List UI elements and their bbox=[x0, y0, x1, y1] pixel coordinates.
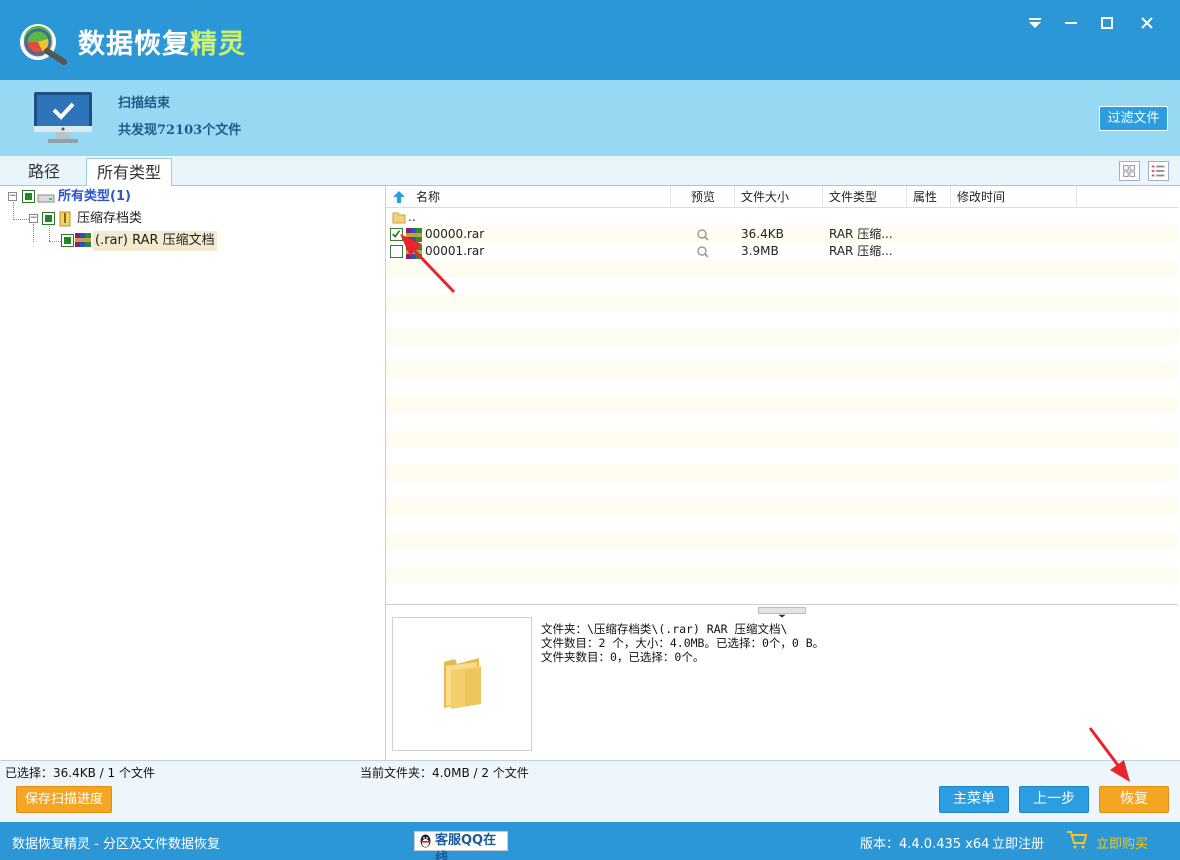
rar-file-icon bbox=[75, 233, 91, 247]
cart-icon[interactable] bbox=[1066, 830, 1088, 850]
column-header-size[interactable]: 文件大小 bbox=[735, 186, 823, 208]
register-link[interactable]: 立即注册 bbox=[992, 833, 1044, 852]
tab-all-types[interactable]: 所有类型 bbox=[86, 158, 172, 186]
magnifier-icon[interactable] bbox=[697, 229, 709, 241]
tree-collapse-toggle[interactable]: − bbox=[29, 214, 38, 223]
column-header-attributes[interactable]: 属性 bbox=[907, 186, 951, 208]
preview-folder-count: 文件夹数目：0，已选择：0个。 bbox=[541, 650, 705, 664]
qq-support-button[interactable]: 客服QQ在线 bbox=[414, 831, 508, 860]
preview-folder-path: 文件夹：\压缩存档类\(.rar) RAR 压缩文档\ bbox=[541, 622, 788, 636]
tree-connector bbox=[33, 224, 34, 242]
list-row-stripe bbox=[386, 532, 1178, 549]
tree-category-label[interactable]: 压缩存档类 bbox=[77, 209, 142, 229]
rar-file-icon bbox=[406, 228, 422, 242]
up-arrow-icon[interactable] bbox=[392, 190, 406, 204]
status-banner bbox=[0, 80, 1180, 156]
selected-status: 已选择：36.4KB / 1 个文件 bbox=[5, 766, 155, 780]
column-header-preview[interactable]: 预览 bbox=[685, 186, 735, 208]
tree-collapse-toggle[interactable]: − bbox=[8, 192, 17, 201]
monitor-check-icon bbox=[34, 92, 92, 143]
parent-dir-label: .. bbox=[408, 210, 416, 224]
folder-icon bbox=[444, 658, 481, 709]
column-header-modified[interactable]: 修改时间 bbox=[951, 186, 1077, 208]
recover-button[interactable]: 恢复 bbox=[1099, 786, 1169, 813]
rar-file-icon bbox=[406, 245, 422, 259]
file-name: 00000.rar bbox=[425, 227, 485, 241]
tree-leaf-label[interactable]: (.rar) RAR 压缩文档 bbox=[93, 231, 217, 251]
save-scan-progress-button[interactable]: 保存扫描进度 bbox=[16, 786, 112, 813]
file-checkbox[interactable] bbox=[390, 245, 403, 258]
list-row-stripe bbox=[386, 328, 1178, 345]
list-row-stripe bbox=[386, 396, 1178, 413]
tree-category-checkbox[interactable] bbox=[42, 212, 55, 225]
file-name: 00001.rar bbox=[425, 244, 485, 258]
column-header-name[interactable]: 名称 bbox=[410, 186, 671, 208]
app-logo-icon bbox=[20, 24, 67, 65]
menu-dropdown-icon[interactable] bbox=[1024, 12, 1046, 34]
list-row-stripe bbox=[386, 464, 1178, 481]
buy-now-link[interactable]: 立即购买 bbox=[1096, 833, 1148, 852]
magnifier-icon[interactable] bbox=[697, 246, 709, 258]
drive-icon bbox=[37, 194, 55, 203]
tab-path[interactable]: 路径 bbox=[4, 158, 84, 186]
list-row-stripe bbox=[386, 566, 1178, 583]
list-row-stripe bbox=[386, 294, 1178, 311]
file-size: 3.9MB bbox=[741, 244, 779, 258]
list-row-stripe bbox=[386, 430, 1178, 447]
list-view-icon[interactable] bbox=[1148, 161, 1169, 181]
list-row-stripe bbox=[386, 260, 1178, 277]
preview-thumbnail bbox=[392, 617, 532, 751]
file-type: RAR 压缩... bbox=[829, 244, 893, 258]
table-row[interactable]: 00000.rar 36.4KB RAR 压缩... bbox=[386, 226, 1178, 243]
file-type: RAR 压缩... bbox=[829, 227, 893, 241]
qq-penguin-icon bbox=[420, 834, 431, 848]
version-label: 版本：4.4.0.435 x64 bbox=[860, 837, 990, 852]
column-header-type[interactable]: 文件类型 bbox=[823, 186, 907, 208]
scan-summary: 共发现72103个文件 bbox=[118, 123, 242, 138]
file-size: 36.4KB bbox=[741, 227, 784, 241]
current-folder-status: 当前文件夹：4.0MB / 2 个文件 bbox=[360, 766, 529, 780]
tree-connector bbox=[13, 202, 14, 220]
main-menu-button[interactable]: 主菜单 bbox=[939, 786, 1009, 813]
list-item-parent[interactable]: .. bbox=[386, 209, 1178, 226]
app-title-reflection: 数据恢复精灵 bbox=[78, 34, 246, 49]
tree-root-label[interactable]: 所有类型(1) bbox=[58, 187, 131, 207]
list-row-stripe bbox=[386, 362, 1178, 379]
tree-connector bbox=[13, 219, 29, 220]
footer-app-description: 数据恢复精灵 - 分区及文件数据恢复 bbox=[12, 837, 220, 852]
previous-step-button[interactable]: 上一步 bbox=[1019, 786, 1089, 813]
category-tree-panel bbox=[0, 186, 386, 760]
filter-files-button[interactable]: 过滤文件 bbox=[1099, 106, 1168, 131]
grid-view-icon[interactable] bbox=[1119, 161, 1140, 181]
file-checkbox[interactable] bbox=[390, 228, 403, 241]
archive-icon bbox=[59, 211, 71, 227]
tree-root-checkbox[interactable] bbox=[22, 190, 35, 203]
scan-status-title: 扫描结束 bbox=[118, 96, 171, 111]
tree-leaf-checkbox[interactable] bbox=[61, 234, 74, 247]
tab-bar bbox=[0, 156, 1180, 186]
maximize-icon[interactable] bbox=[1096, 12, 1118, 34]
tree-connector bbox=[49, 241, 61, 242]
close-icon[interactable] bbox=[1136, 12, 1158, 34]
minimize-icon[interactable] bbox=[1060, 12, 1082, 34]
preview-file-count: 文件数目：2 个，大小：4.0MB。已选择：0个，0 B。 bbox=[541, 636, 825, 650]
tree-connector bbox=[49, 226, 50, 241]
panel-splitter[interactable] bbox=[758, 607, 806, 618]
list-row-stripe bbox=[386, 498, 1178, 515]
table-row[interactable]: 00001.rar 3.9MB RAR 压缩... bbox=[386, 243, 1178, 260]
